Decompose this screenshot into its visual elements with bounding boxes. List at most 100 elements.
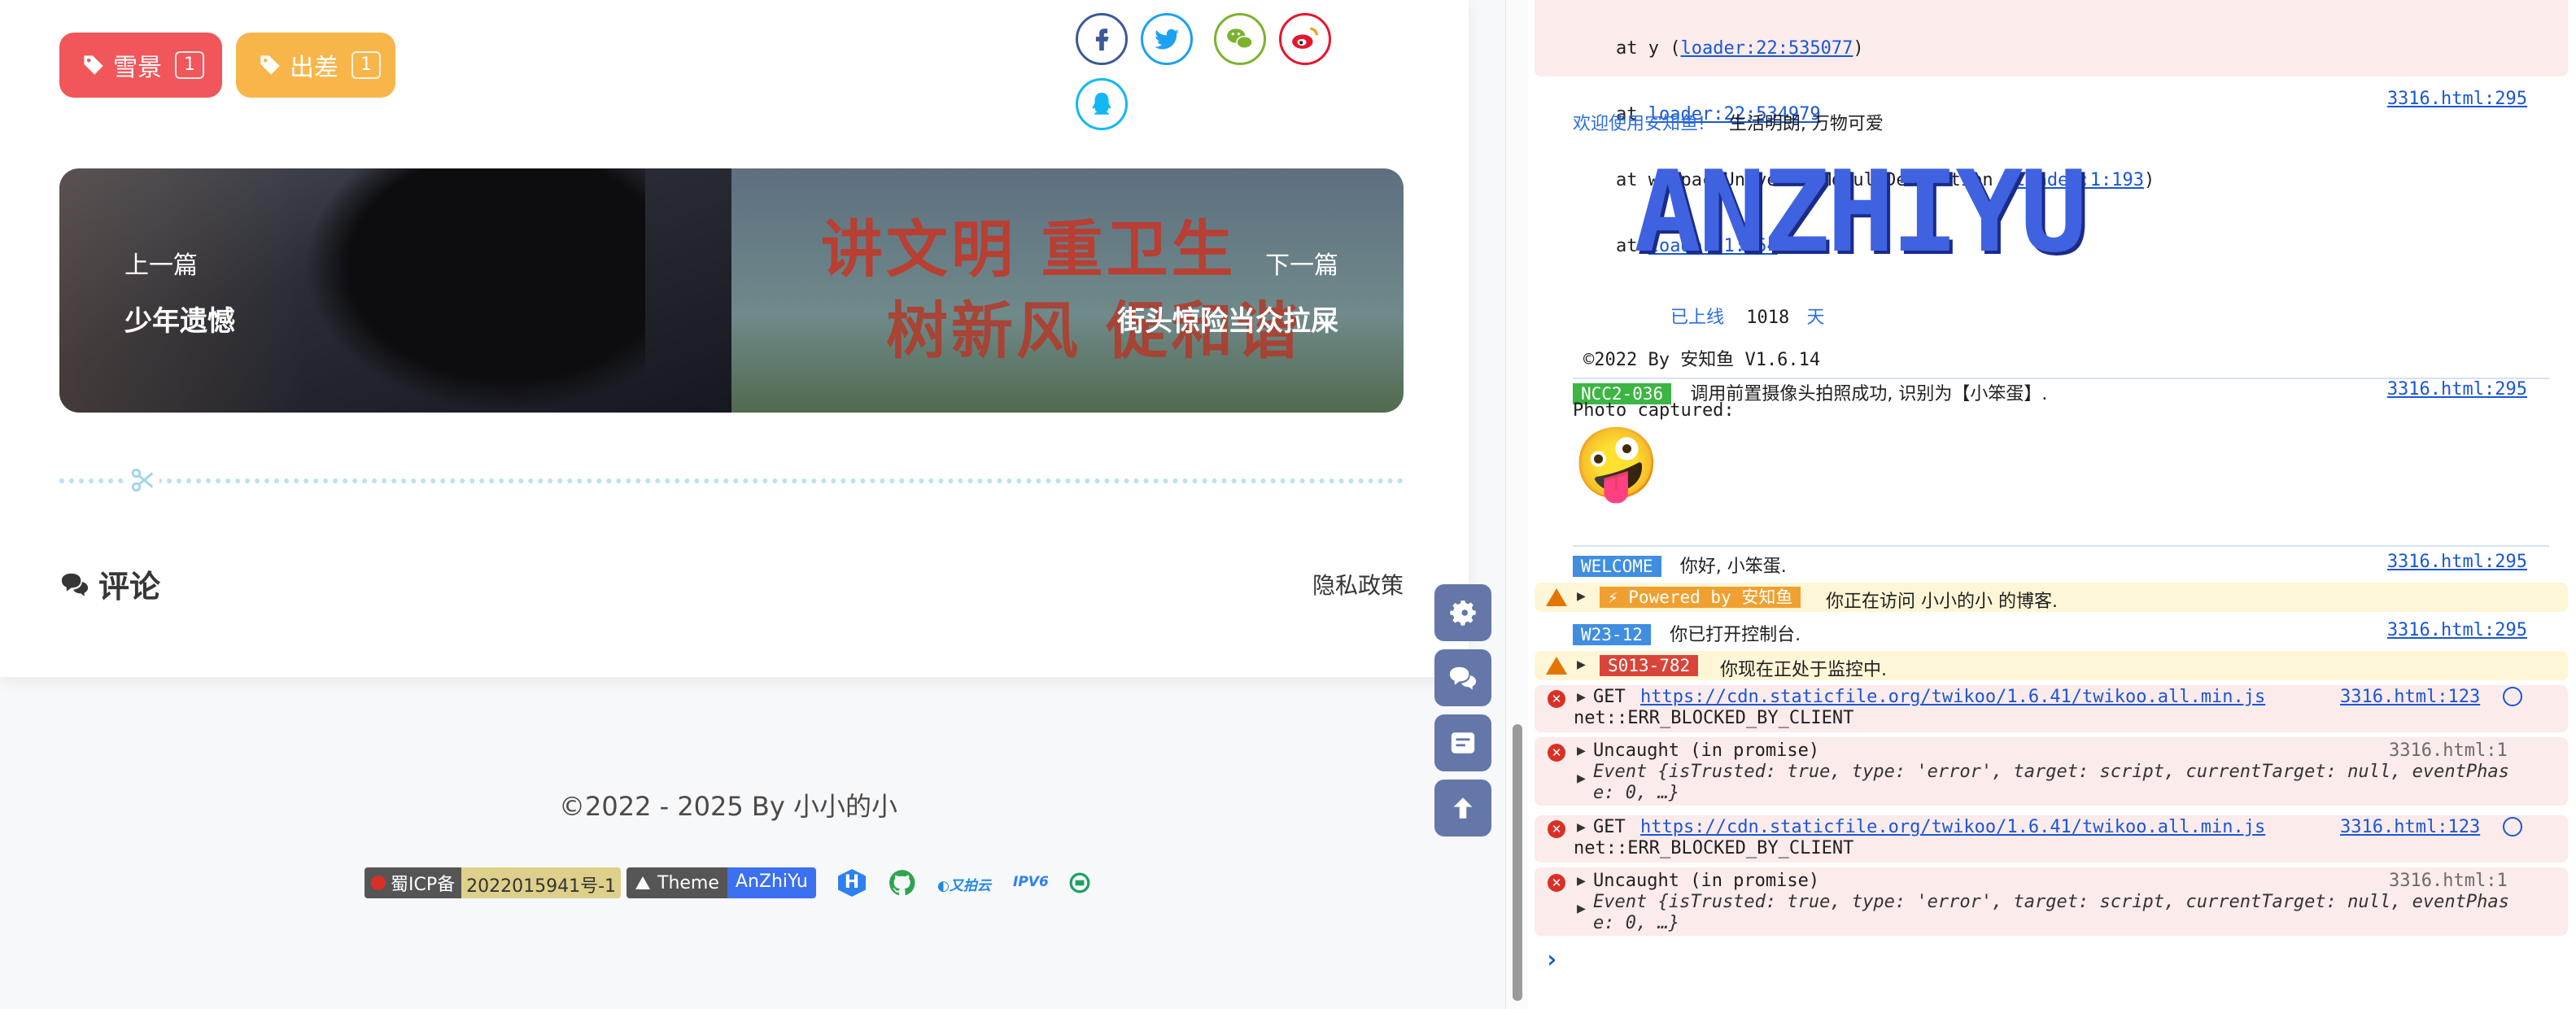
twitter-icon[interactable]: [1141, 13, 1193, 65]
net-error-text: net::ERR_BLOCKED_BY_CLIENT: [1574, 838, 1854, 858]
console-separator: [1573, 545, 2549, 547]
source-link[interactable]: 3316.html:295: [2387, 89, 2527, 109]
get-url[interactable]: https://cdn.staticfile.org/twikoo/1.6.41…: [1640, 687, 2265, 707]
source-link[interactable]: 3316.html:295: [2387, 552, 2527, 572]
danmaku-button[interactable]: [1434, 714, 1491, 771]
scrollbar-thumb[interactable]: [1513, 724, 1522, 1001]
prev-label: 上一篇: [124, 251, 198, 280]
gear-icon: [1450, 601, 1476, 626]
facebook-icon[interactable]: [1076, 13, 1128, 65]
online-unit: 天: [1806, 308, 1825, 328]
ipv6-icon[interactable]: IPV6: [1013, 874, 1049, 890]
prev-post[interactable]: 上一篇 少年遗憾: [59, 168, 731, 413]
icp-badge[interactable]: 蜀ICP备 2022015941号-1: [365, 867, 622, 898]
expand-arrow-icon[interactable]: ▶: [1577, 819, 1586, 836]
w23-badge: W23-12: [1573, 624, 1651, 645]
next-label: 下一篇: [1265, 251, 1338, 280]
uncaught-text: Uncaught (in promise): [1593, 740, 1820, 761]
error-icon: ✕: [1548, 874, 1565, 892]
tag-snow[interactable]: 雪景 1: [59, 33, 222, 98]
expand-arrow-icon[interactable]: ▶: [1577, 872, 1586, 889]
network-globe-icon[interactable]: [2503, 687, 2522, 706]
stack-trace-block: at y (loader:22:535077) at loader:22:534…: [1535, 0, 2568, 256]
welcome-badge: WELCOME: [1573, 556, 1661, 577]
s013-msg: 你现在正处于监控中.: [1720, 660, 1887, 680]
post-card: 雪景 1 出差 1 上一篇 少年遗憾 讲文明 重卫生 树新风 促和谐 下一篇 街…: [0, 0, 1469, 677]
network-error: ✕ ▶ GET https://cdn.staticfile.org/twiko…: [1535, 815, 2568, 863]
tag-count: 1: [175, 51, 204, 79]
github-icon[interactable]: [887, 867, 918, 898]
comments-header: 评论: [59, 561, 160, 606]
page-scrollbar[interactable]: [1505, 0, 1528, 1009]
s013-badge: S013-782: [1600, 655, 1699, 676]
console-copyright: ©2022 By 安知鱼 V1.6.14: [1583, 350, 1821, 370]
expand-arrow-icon[interactable]: ▶: [1577, 770, 1586, 787]
prev-post-image-glow: [59, 168, 303, 413]
comments-jump-button[interactable]: [1434, 649, 1491, 706]
get-url[interactable]: https://cdn.staticfile.org/twikoo/1.6.41…: [1640, 817, 2265, 837]
devtools-console: at y (loader:22:535077) at loader:22:534…: [1528, 0, 2576, 1009]
uncaught-text: Uncaught (in promise): [1593, 871, 1820, 891]
next-post[interactable]: 讲文明 重卫生 树新风 促和谐 下一篇 街头惊险当众拉屎: [731, 168, 1404, 413]
source-link[interactable]: 3316.html:1: [2389, 740, 2508, 761]
cc-license-icon[interactable]: [1069, 872, 1090, 893]
powered-warning: ▶ ⚡ Powered by 安知鱼 你正在访问 小小的小 的博客.: [1535, 583, 2568, 612]
tag-icon: [260, 55, 280, 75]
expand-arrow-icon[interactable]: ▶: [1577, 742, 1586, 759]
uncaught-error: ✕ ▶ Uncaught (in promise) 3316.html:1 ▶ …: [1535, 867, 2568, 936]
source-link[interactable]: 3316.html:123: [2340, 817, 2480, 837]
error-icon: ✕: [1548, 744, 1565, 762]
icp-value: 2022015941号-1: [461, 867, 622, 898]
source-link[interactable]: 3316.html:295: [2387, 379, 2527, 400]
danmaku-icon: [1451, 732, 1475, 753]
event-object: e: 0, …}: [1593, 783, 1679, 803]
welcome-line: 欢迎使用安知鱼! 生活明朗, 万物可爱: [1573, 109, 2576, 135]
source-link[interactable]: 3316.html:123: [2340, 687, 2480, 707]
comments-icon: [61, 573, 89, 596]
expand-arrow-icon[interactable]: ▶: [1577, 587, 1586, 605]
uncaught-error: ✕ ▶ Uncaught (in promise) 3316.html:1 ▶ …: [1535, 737, 2568, 806]
network-globe-icon[interactable]: [2503, 817, 2522, 836]
next-title[interactable]: 街头惊险当众拉屎: [1117, 299, 1338, 339]
online-label: 已上线: [1670, 308, 1725, 328]
error-icon: ✕: [1548, 820, 1565, 838]
powered-msg: 你正在访问 小小的小 的博客.: [1826, 592, 2058, 612]
monitor-warning: ▶ S013-782 你现在正处于监控中.: [1535, 651, 2568, 680]
source-link[interactable]: 3316.html:1: [2389, 871, 2508, 891]
privacy-policy-link[interactable]: 隐私政策: [1312, 568, 1404, 601]
tag-label: 雪景: [113, 54, 162, 82]
event-object: Event {isTrusted: true, type: 'error', t…: [1593, 762, 2509, 782]
motto-text: 生活明朗, 万物可爱: [1728, 114, 1884, 134]
ascii-logo: ANZHIYU: [1634, 146, 2088, 277]
upyun-icon[interactable]: ◐又拍云: [937, 874, 991, 894]
settings-button[interactable]: [1434, 584, 1491, 641]
expand-arrow-icon[interactable]: ▶: [1577, 900, 1586, 917]
prev-title[interactable]: 少年遗憾: [124, 299, 235, 339]
wechat-icon[interactable]: [1214, 13, 1266, 65]
next-post-image-text: 讲文明 重卫生: [821, 213, 1237, 286]
icp-label: 蜀ICP备: [391, 875, 456, 895]
footer-copyright: ©2022 - 2025 By 小小的小: [558, 791, 897, 822]
crazy-face-emoji: 🤪: [1573, 423, 1661, 504]
console-prompt[interactable]: ›: [1544, 946, 1559, 974]
qq-icon[interactable]: [1076, 78, 1128, 130]
triangle-logo-icon: [635, 876, 650, 889]
theme-label: Theme: [657, 872, 719, 893]
police-emblem-icon: [371, 876, 386, 890]
get-label: GET: [1593, 687, 1626, 707]
tag-icon: [84, 55, 103, 75]
source-link[interactable]: 3316.html:295: [2387, 620, 2527, 640]
expand-arrow-icon[interactable]: ▶: [1577, 656, 1586, 673]
network-error: ✕ ▶ GET https://cdn.staticfile.org/twiko…: [1535, 685, 2568, 732]
expand-arrow-icon[interactable]: ▶: [1577, 688, 1586, 705]
comments-icon: [1449, 666, 1477, 690]
prev-post-image: [303, 168, 645, 413]
weibo-icon[interactable]: [1279, 13, 1331, 65]
stack-link[interactable]: loader:22:535077: [1680, 38, 1853, 59]
hexo-icon[interactable]: H: [838, 869, 866, 897]
event-object: Event {isTrusted: true, type: 'error', t…: [1593, 892, 2509, 912]
tag-business-trip[interactable]: 出差 1: [236, 33, 395, 98]
theme-badge[interactable]: Theme AnZhiYu: [627, 867, 816, 898]
comments-title: 评论: [98, 569, 161, 605]
get-label: GET: [1593, 817, 1626, 837]
